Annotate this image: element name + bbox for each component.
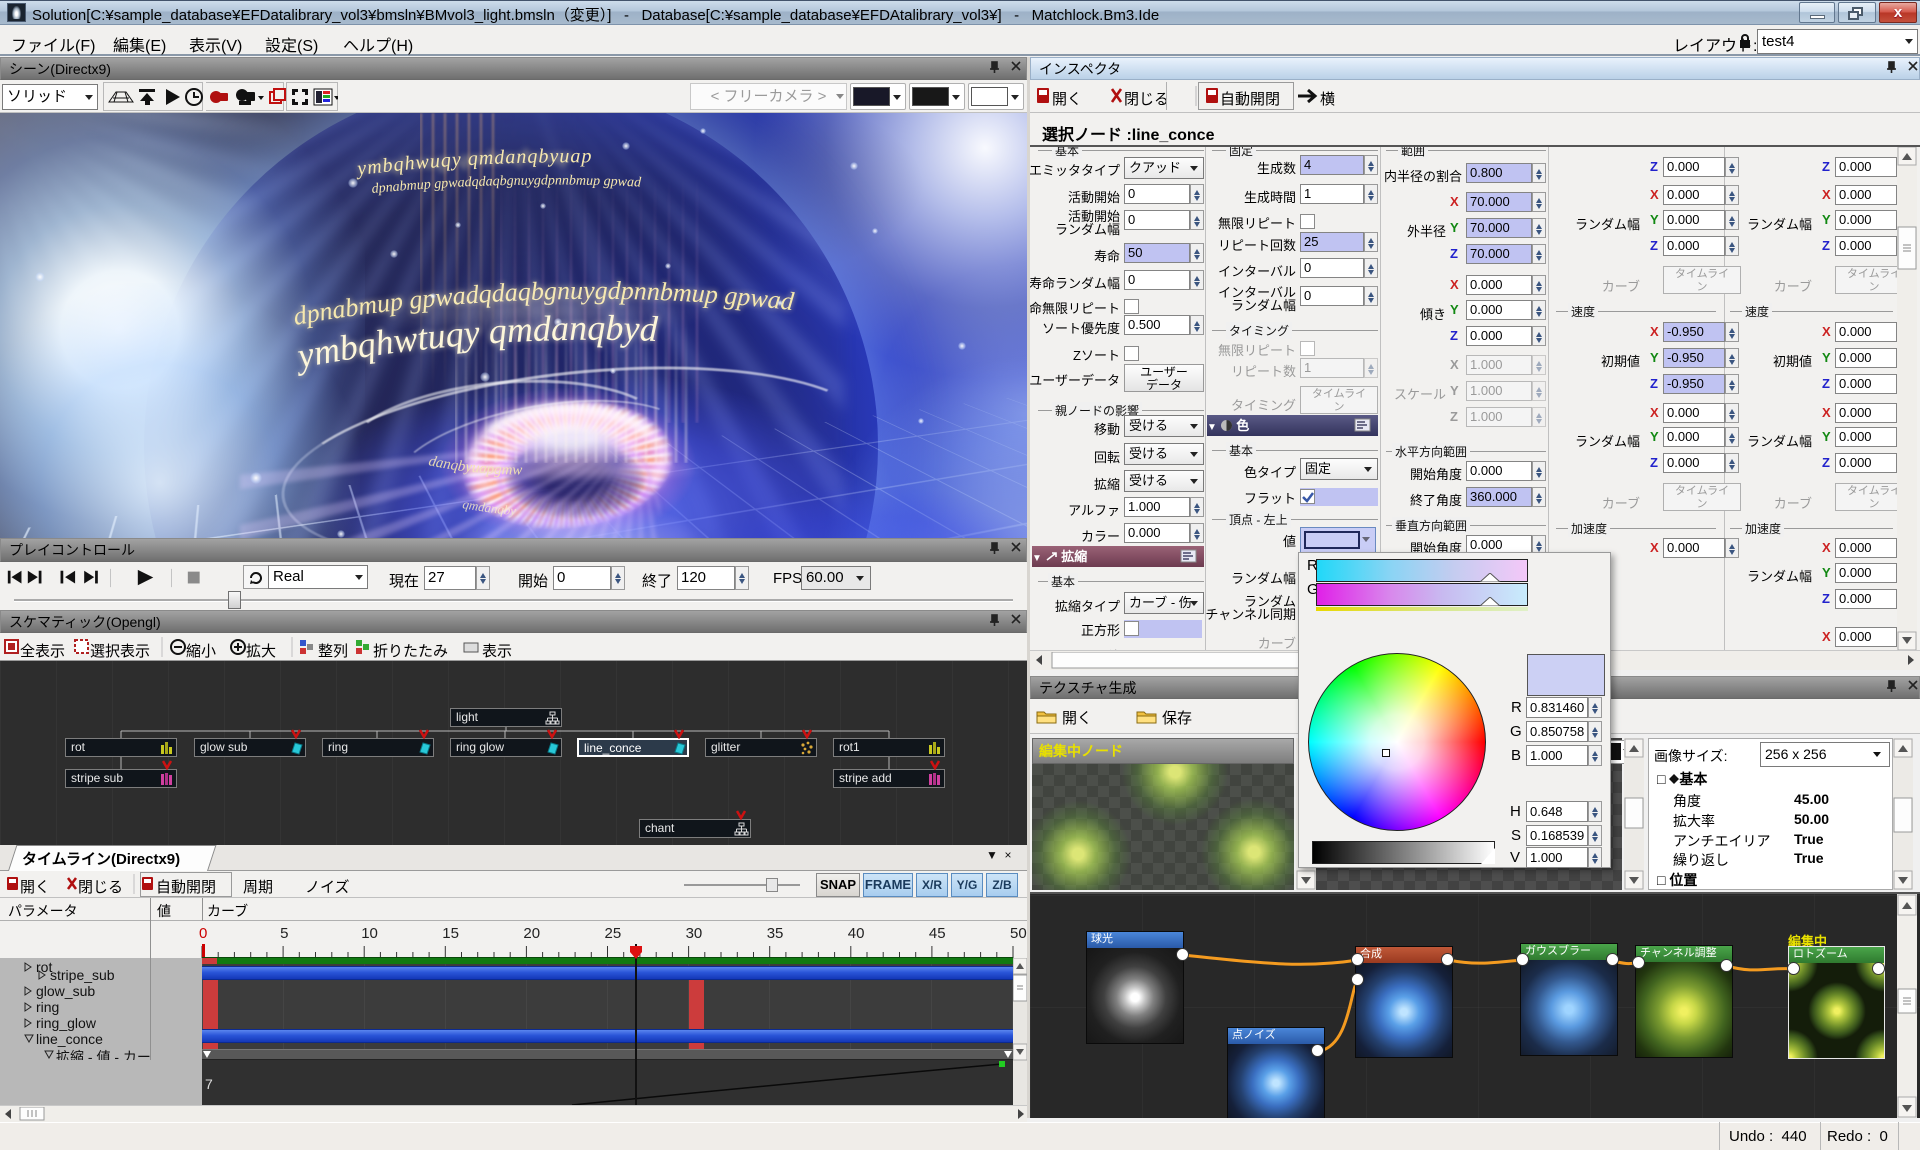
svg-text:dpnabmup gpwadqdaqbgnuygdpnnbm: dpnabmup gpwadqdaqbgnuygdpnnbmup gpwad	[371, 173, 642, 197]
